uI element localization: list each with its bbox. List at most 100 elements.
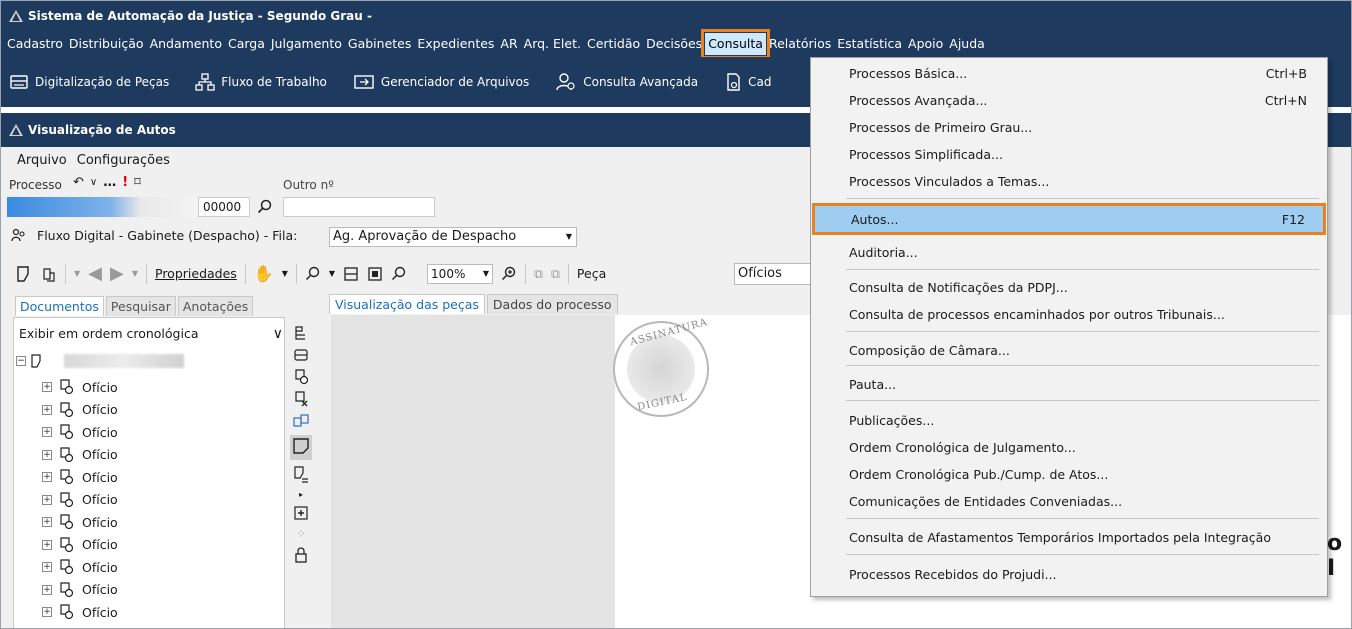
more-icon[interactable]: … — [103, 175, 116, 190]
next-icon[interactable]: ▶ — [110, 263, 124, 284]
menu-arquivo[interactable]: Arquivo — [17, 153, 67, 168]
document-list-icon[interactable] — [293, 466, 309, 484]
list-item[interactable]: + Ofício — [42, 421, 118, 444]
order-select[interactable]: Exibir em ordem cronológica ∨ — [17, 323, 285, 345]
menu-item-ordem-julgamento[interactable]: Ordem Cronológica de Julgamento... — [811, 435, 1327, 459]
expand-icon[interactable]: + — [42, 494, 52, 505]
peca-select[interactable]: Ofícios — [734, 263, 814, 285]
fit-width-icon[interactable] — [343, 266, 359, 282]
signed-document-icon[interactable] — [293, 369, 309, 385]
list-item[interactable]: + Ofício — [42, 376, 118, 399]
menu-item-ordem-pub-cump[interactable]: Ordem Cronológica Pub./Cump. de Atos... — [811, 462, 1327, 486]
menu-item-processos-primeiro-grau[interactable]: Processos de Primeiro Grau... — [811, 115, 1327, 139]
lock-icon[interactable] — [294, 547, 308, 563]
expand-icon[interactable]: + — [42, 517, 52, 528]
menu-item-comunicacoes-entidades[interactable]: Comunicações de Entidades Conveniadas... — [811, 489, 1327, 513]
list-item[interactable]: + Ofício — [42, 534, 118, 557]
expand-icon[interactable]: + — [42, 404, 52, 415]
split-view-icon[interactable] — [41, 265, 57, 283]
copy-icon[interactable]: ⧉ — [534, 266, 543, 282]
menu-item-pauta[interactable]: Pauta... — [811, 372, 1327, 396]
zoom-select[interactable]: 100% ▼ — [427, 263, 494, 284]
tab-documentos[interactable]: Documentos — [15, 296, 104, 316]
chevron-down-icon[interactable]: ∨ — [90, 177, 97, 188]
list-item[interactable]: + Ofício — [42, 601, 118, 624]
remove-document-icon[interactable] — [293, 391, 309, 407]
menu-consulta[interactable]: Consulta — [701, 29, 770, 59]
cad-button[interactable]: Cad — [724, 72, 771, 92]
note-icon-wrapper[interactable] — [290, 435, 312, 460]
expand-icon[interactable]: + — [42, 539, 52, 550]
list-item[interactable]: + Ofício — [42, 466, 118, 489]
digitalizacao-button[interactable]: Digitalização de Peças — [9, 73, 169, 91]
menu-distribuicao[interactable]: Distribuição — [66, 33, 147, 55]
search-icon[interactable] — [257, 199, 273, 215]
dropdown-arrow-icon[interactable]: ▼ — [74, 269, 80, 278]
dropdown-arrow-icon[interactable]: ▼ — [282, 269, 288, 278]
menu-item-composicao-camara[interactable]: Composição de Câmara... — [811, 338, 1327, 362]
zoom-out-icon[interactable] — [305, 266, 321, 282]
alert-icon[interactable]: ! — [122, 175, 128, 190]
list-item[interactable]: + Ofício — [42, 556, 118, 579]
zoom-in-icon[interactable] — [501, 266, 517, 282]
list-item[interactable]: + Ofício — [42, 399, 118, 422]
menu-julgamento[interactable]: Julgamento — [268, 33, 345, 55]
list-item[interactable]: + Ofício — [42, 579, 118, 602]
expand-icon[interactable]: + — [42, 449, 52, 460]
dropdown-arrow-icon[interactable]: ▼ — [132, 269, 138, 278]
menu-configuracoes[interactable]: Configurações — [77, 153, 170, 168]
collapse-icon[interactable]: − — [16, 356, 26, 366]
menu-ar[interactable]: AR — [497, 33, 520, 55]
add-icon[interactable] — [293, 505, 309, 521]
fit-page-icon[interactable] — [367, 266, 383, 282]
document-icon[interactable] — [15, 265, 33, 283]
menu-item-processos-simplificada[interactable]: Processos Simplificada... — [811, 142, 1327, 166]
menu-cadastro[interactable]: Cadastro — [4, 33, 66, 55]
hand-tool-icon[interactable]: ✋ — [254, 264, 274, 283]
small-arrow-icon[interactable]: ▸ — [299, 490, 303, 499]
menu-item-publicacoes[interactable]: Publicações... — [811, 408, 1327, 432]
tree-view-icon[interactable] — [293, 325, 309, 341]
undo-icon[interactable]: ↶ — [73, 175, 84, 190]
tab-visualizacao-pecas[interactable]: Visualização das peças — [329, 294, 485, 314]
fila-select[interactable]: Ag. Aprovação de Despacho ▼ — [329, 227, 577, 247]
menu-item-processos-vinculados[interactable]: Processos Vinculados a Temas... — [811, 169, 1327, 193]
menu-apoio[interactable]: Apoio — [905, 33, 946, 55]
menu-item-processos-avancada[interactable]: Processos Avançada... Ctrl+N — [811, 88, 1327, 112]
menu-item-autos[interactable]: Autos... F12 — [812, 203, 1326, 235]
menu-gabinetes[interactable]: Gabinetes — [345, 33, 414, 55]
menu-carga[interactable]: Carga — [225, 33, 268, 55]
previous-icon[interactable]: ◀ — [88, 263, 102, 284]
processo-suffix-input[interactable]: 00000 — [198, 197, 250, 217]
tab-anotacoes[interactable]: Anotações — [177, 296, 254, 316]
expand-icon[interactable]: + — [42, 562, 52, 573]
menu-item-processos-outros-tribunais[interactable]: Consulta de processos encaminhados por o… — [811, 302, 1327, 326]
list-item[interactable]: + Ofício — [42, 489, 118, 512]
outro-numero-input[interactable] — [283, 197, 435, 217]
fluxo-trabalho-button[interactable]: Fluxo de Trabalho — [195, 73, 327, 91]
menu-item-processos-basica[interactable]: Processos Básica... Ctrl+B — [811, 61, 1327, 85]
menu-estatistica[interactable]: Estatística — [834, 33, 905, 55]
propriedades-button[interactable]: Propriedades — [155, 266, 237, 281]
list-view-icon[interactable] — [293, 347, 309, 363]
menu-item-processos-projudi[interactable]: Processos Recebidos do Projudi... — [811, 562, 1327, 586]
processo-number-input[interactable] — [7, 197, 197, 217]
menu-arq-elet[interactable]: Arq. Elet. — [521, 33, 584, 55]
paste-icon[interactable]: ⧉ — [551, 266, 560, 282]
gerenciador-arquivos-button[interactable]: Gerenciador de Arquivos — [353, 73, 529, 91]
menu-andamento[interactable]: Andamento — [147, 33, 225, 55]
menu-item-auditoria[interactable]: Auditoria... — [811, 240, 1327, 264]
menu-decisoes[interactable]: Decisões — [643, 33, 705, 55]
expand-icon[interactable]: + — [42, 607, 52, 618]
consulta-avancada-button[interactable]: Consulta Avançada — [555, 72, 698, 92]
menu-certidao[interactable]: Certidão — [584, 33, 643, 55]
tab-dados-processo[interactable]: Dados do processo — [486, 294, 618, 314]
tree-root[interactable]: − — [16, 354, 184, 368]
list-item[interactable]: + Ofício — [42, 444, 118, 467]
menu-item-afastamentos[interactable]: Consulta de Afastamentos Temporários Imp… — [811, 525, 1327, 549]
link-documents-icon[interactable] — [292, 413, 310, 429]
dropdown-arrow-icon[interactable]: ▼ — [329, 269, 335, 278]
expand-icon[interactable]: + — [42, 382, 52, 393]
menu-relatorios[interactable]: Relatórios — [766, 33, 834, 55]
expand-icon[interactable]: + — [42, 427, 52, 438]
